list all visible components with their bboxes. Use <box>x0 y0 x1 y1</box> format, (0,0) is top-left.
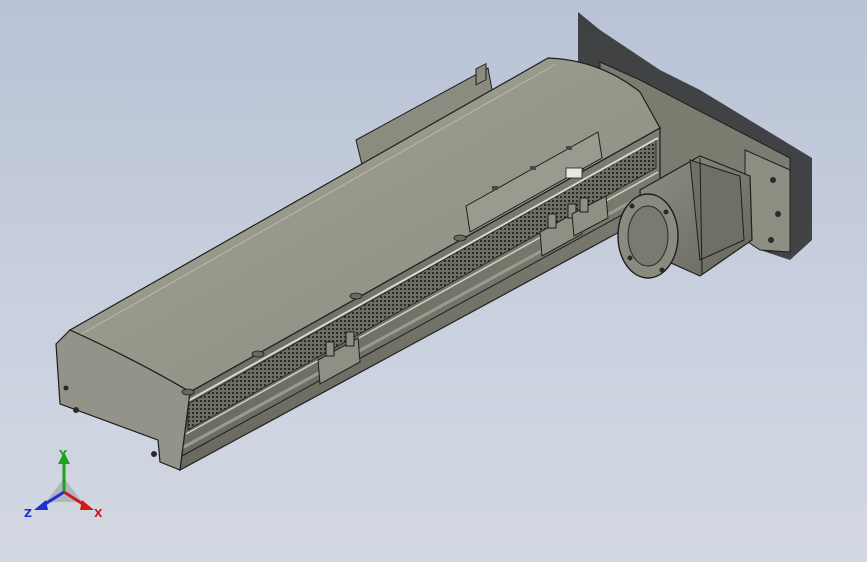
z-axis-label: Z <box>24 507 32 520</box>
x-axis-label: X <box>94 507 103 520</box>
z-axis-arrow <box>34 500 48 510</box>
x-axis-arrow <box>80 500 94 510</box>
motor-end-cap-inner <box>627 205 669 267</box>
graphics-viewport[interactable]: Y X Z <box>0 0 867 562</box>
carriage-label-plate <box>565 167 583 179</box>
coordinate-triad[interactable]: Y X Z <box>22 446 112 526</box>
y-axis-label: Y <box>58 448 68 461</box>
linear-module-model[interactable] <box>0 0 867 562</box>
rear-flange-tabs <box>475 62 487 86</box>
